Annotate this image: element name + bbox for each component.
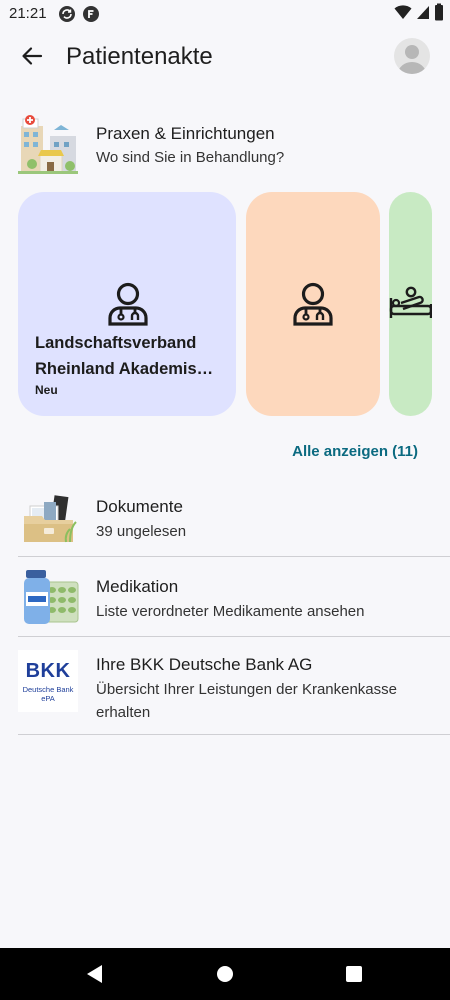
insurance-title: Ihre BKK Deutsche Bank AG [96,655,313,674]
divider [18,636,450,637]
facility-card[interactable]: Landschaftsverband Rheinland Akademis… N… [18,192,236,416]
list-item-documents[interactable]: Dokumente 39 ungelesen [18,488,450,556]
person-avatar-icon [398,45,426,74]
sync-icon [58,5,76,23]
wifi-icon [394,4,412,25]
status-bar: 21:21 [0,0,450,28]
battery-icon [434,3,444,26]
system-navigation-bar [0,948,450,1000]
nav-recents-button[interactable] [344,964,364,984]
list-item-insurance[interactable]: BKK Deutsche Bank ePA Ihre BKK Deutsche … [18,644,450,734]
bkk-logo-name: BKK [25,660,71,682]
facility-name-line2: Rheinland Akademis… [35,360,214,378]
app-f-icon [82,5,100,23]
buildings-illustration [18,114,78,174]
show-all-link[interactable]: Alle anzeigen (11) [292,443,418,460]
documents-title: Dokumente [96,497,183,516]
doctor-icon [292,282,334,331]
page-title: Patientenakte [66,43,213,70]
doctor-icon [107,282,149,331]
status-time: 21:21 [9,5,47,22]
facilities-subtitle: Wo sind Sie in Behandlung? [96,149,285,166]
nav-home-button[interactable] [215,964,235,984]
avatar[interactable] [394,38,430,74]
medication-illustration [20,568,80,628]
documents-folder-illustration [22,494,78,546]
facility-card[interactable] [389,192,432,416]
nav-recents-icon [346,966,362,982]
documents-subtitle: 39 ungelesen [96,523,187,540]
hospital-bed-icon [389,286,432,327]
facility-name: Landschaftsverband Rheinland Akademis… [35,330,225,382]
bkk-logo-line1: Deutsche Bank [22,685,74,694]
divider [18,734,450,735]
bkk-logo-line2: ePA [41,694,55,703]
facilities-header[interactable]: Praxen & Einrichtungen Wo sind Sie in Be… [18,112,438,178]
medication-subtitle: Liste verordneter Medikamente ansehen [96,603,365,620]
arrow-back-icon [21,45,43,72]
medication-title: Medikation [96,577,179,596]
bkk-logo: BKK Deutsche Bank ePA [18,650,78,712]
list-item-medication[interactable]: Medikation Liste verordneter Medikamente… [18,564,450,636]
facilities-title: Praxen & Einrichtungen [96,124,275,143]
facility-name-line1: Landschaftsverband [35,334,197,352]
signal-icon [416,4,430,25]
nav-back-icon [87,965,102,983]
facility-badge-new: Neu [35,383,58,397]
divider [18,556,450,557]
nav-back-button[interactable] [84,964,104,984]
facility-card[interactable] [246,192,380,416]
nav-home-icon [217,966,233,982]
app-bar: Patientenakte [0,28,450,88]
insurance-subtitle: Übersicht Ihrer Leistungen der Krankenka… [96,681,397,721]
back-button[interactable] [14,40,50,76]
